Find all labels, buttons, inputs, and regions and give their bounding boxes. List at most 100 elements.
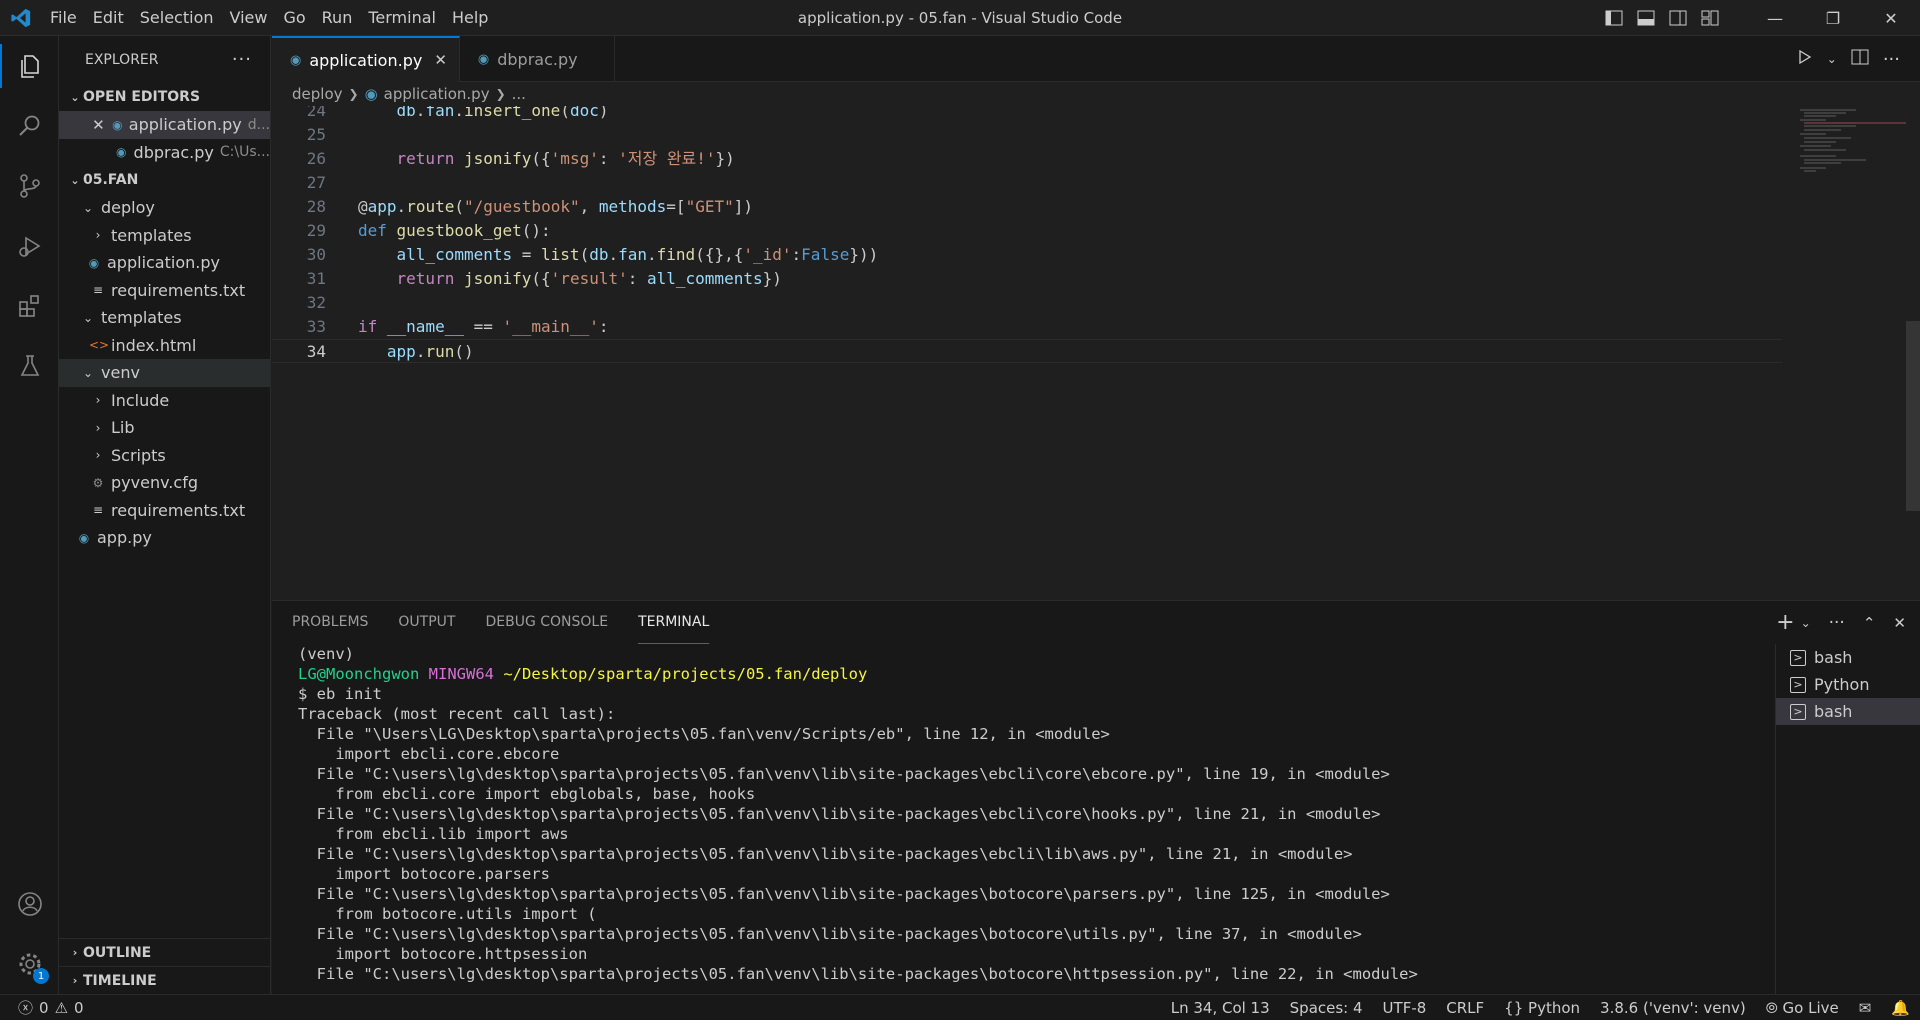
close-icon[interactable]: ✕ (434, 51, 447, 69)
menu-go[interactable]: Go (275, 0, 313, 36)
tree-file-app-py[interactable]: ◉ app.py (59, 524, 270, 552)
source-control-icon[interactable] (0, 156, 59, 216)
toggle-secondary-sidebar-icon[interactable] (1662, 0, 1694, 36)
menu-file[interactable]: File (42, 0, 85, 36)
tree-file-application[interactable]: ◉ application.py (59, 249, 270, 277)
tree-folder-lib[interactable]: › Lib (59, 414, 270, 442)
testing-icon[interactable] (0, 336, 59, 396)
code-line[interactable]: 33 if __name__ == '__main__': (272, 315, 1782, 339)
terminal-venv: (venv) (298, 645, 354, 663)
tree-file-requirements-venv[interactable]: ≡ requirements.txt (59, 497, 270, 525)
restore-icon[interactable]: ❐ (1804, 0, 1862, 36)
feedback-icon[interactable]: ✉ (1849, 999, 1882, 1017)
menu-run[interactable]: Run (314, 0, 361, 36)
code-line[interactable]: 29 def guestbook_get(): (272, 219, 1782, 243)
tree-folder-templates[interactable]: ⌄ templates (59, 304, 270, 332)
tree-folder-templates-deploy[interactable]: › templates (59, 222, 270, 250)
code-line[interactable]: 24 db.fan.insert_one(doc) (272, 106, 1782, 123)
go-live[interactable]: ⦾ Go Live (1756, 999, 1849, 1017)
menu-terminal[interactable]: Terminal (360, 0, 444, 36)
project-section[interactable]: ⌄ 05.FAN (59, 166, 270, 194)
code-line[interactable]: 32 (272, 291, 1782, 315)
terminal-line: File "C:\users\lg\desktop\sparta\project… (298, 965, 1418, 983)
run-debug-icon[interactable] (0, 216, 59, 276)
explorer-icon[interactable] (0, 36, 59, 96)
more-actions-icon[interactable]: ··· (1829, 613, 1845, 633)
minimap[interactable] (1796, 106, 1906, 186)
breadcrumb-file[interactable]: application.py (384, 85, 490, 103)
open-editor-application[interactable]: ✕ ◉ application.py d... (59, 111, 270, 139)
chevron-right-icon: › (95, 393, 101, 408)
terminal-item-label: bash (1814, 702, 1853, 721)
toggle-panel-icon[interactable] (1630, 0, 1662, 36)
editor-scrollbar[interactable] (1906, 321, 1920, 511)
new-terminal-icon[interactable]: + (1776, 610, 1794, 635)
menu-selection[interactable]: Selection (132, 0, 222, 36)
menu-view[interactable]: View (222, 0, 276, 36)
chevron-down-icon[interactable]: ⌄ (1801, 616, 1811, 630)
tab-problems[interactable]: PROBLEMS (292, 601, 368, 644)
language-mode[interactable]: {} Python (1494, 999, 1590, 1017)
maximize-panel-icon[interactable]: ⌃ (1863, 614, 1876, 632)
code-line[interactable]: 27 (272, 171, 1782, 195)
encoding[interactable]: UTF-8 (1373, 999, 1437, 1017)
terminal-output[interactable]: (venv) LG@Moonchgwon MINGW64 ~/Desktop/s… (272, 644, 1775, 995)
code-line[interactable]: 30 all_comments = list(db.fan.find({},{'… (272, 243, 1782, 267)
code-line[interactable]: 31 return jsonify({'result': all_comment… (272, 267, 1782, 291)
code-line[interactable]: 28 @app.route("/guestbook", methods=["GET… (272, 195, 1782, 219)
tree-file-pyvenv-cfg[interactable]: ⚙ pyvenv.cfg (59, 469, 270, 497)
breadcrumb-folder[interactable]: deploy (292, 85, 343, 103)
search-icon[interactable] (0, 96, 59, 156)
terminal-item-python[interactable]: > Python (1776, 671, 1920, 698)
problems-status[interactable]: ⓧ 0 ⚠ 0 (0, 997, 84, 1018)
run-python-icon[interactable] (1797, 49, 1813, 69)
end-of-line[interactable]: CRLF (1436, 999, 1494, 1017)
tab-output[interactable]: OUTPUT (398, 601, 455, 644)
minimize-icon[interactable]: — (1746, 0, 1804, 36)
more-actions-icon[interactable]: ··· (1883, 49, 1900, 70)
terminal-item-bash-2[interactable]: > bash (1776, 698, 1920, 725)
notifications-bell-icon[interactable]: 🔔 (1881, 999, 1920, 1017)
tab-debug-console[interactable]: DEBUG CONSOLE (485, 601, 608, 644)
explorer-sidebar: EXPLORER ··· ⌄ OPEN EDITORS ✕ ◉ applicat… (59, 36, 271, 994)
open-editor-dbprac[interactable]: ◉ dbprac.py C:\Us... (59, 139, 270, 167)
tab-application-py[interactable]: ◉ application.py ✕ (272, 36, 460, 82)
tree-file-index-html[interactable]: <> index.html (59, 332, 270, 360)
code-line[interactable]: 26 return jsonify({'msg': '저장 완료!'}) (272, 147, 1782, 171)
tree-folder-deploy[interactable]: ⌄ deploy (59, 194, 270, 222)
code-editor[interactable]: 24 db.fan.insert_one(doc) 25 26 return jso… (272, 106, 1920, 600)
terminal-icon: > (1790, 649, 1806, 666)
outline-section[interactable]: › OUTLINE (59, 938, 271, 966)
terminal-item-bash-1[interactable]: > bash (1776, 644, 1920, 671)
open-editors-section[interactable]: ⌄ OPEN EDITORS (59, 83, 270, 111)
split-editor-icon[interactable] (1851, 49, 1869, 69)
chevron-right-icon: › (95, 420, 101, 435)
cursor-position[interactable]: Ln 34, Col 13 (1161, 999, 1280, 1017)
customize-layout-icon[interactable] (1694, 0, 1726, 36)
close-panel-icon[interactable]: ✕ (1893, 614, 1906, 632)
go-live-label: Go Live (1782, 999, 1839, 1017)
accounts-icon[interactable] (0, 874, 59, 934)
python-interpreter[interactable]: 3.8.6 ('venv': venv) (1590, 999, 1756, 1017)
code-text: db.fan.insert_one(doc) (396, 106, 609, 120)
tree-folder-venv[interactable]: ⌄ venv (59, 359, 270, 387)
close-icon[interactable]: ✕ (91, 116, 106, 134)
extensions-icon[interactable] (0, 276, 59, 336)
manage-gear-icon[interactable]: 1 (0, 934, 59, 994)
breadcrumb-rest[interactable]: ... (512, 85, 526, 103)
code-line[interactable]: 34 app.run() (272, 339, 1782, 363)
close-window-icon[interactable]: ✕ (1862, 0, 1920, 36)
tree-file-requirements-deploy[interactable]: ≡ requirements.txt (59, 277, 270, 305)
chevron-down-icon[interactable]: ⌄ (1827, 52, 1837, 66)
tree-folder-scripts[interactable]: › Scripts (59, 442, 270, 470)
more-actions-icon[interactable]: ··· (232, 49, 252, 70)
tree-folder-include[interactable]: › Include (59, 387, 270, 415)
tab-dbprac-py[interactable]: ◉ dbprac.py (460, 36, 615, 82)
timeline-section[interactable]: › TIMELINE (59, 966, 271, 994)
toggle-primary-sidebar-icon[interactable] (1598, 0, 1630, 36)
menu-edit[interactable]: Edit (85, 0, 132, 36)
indentation[interactable]: Spaces: 4 (1280, 999, 1373, 1017)
menu-help[interactable]: Help (444, 0, 496, 36)
code-line[interactable]: 25 (272, 123, 1782, 147)
tab-terminal[interactable]: TERMINAL (638, 601, 710, 644)
